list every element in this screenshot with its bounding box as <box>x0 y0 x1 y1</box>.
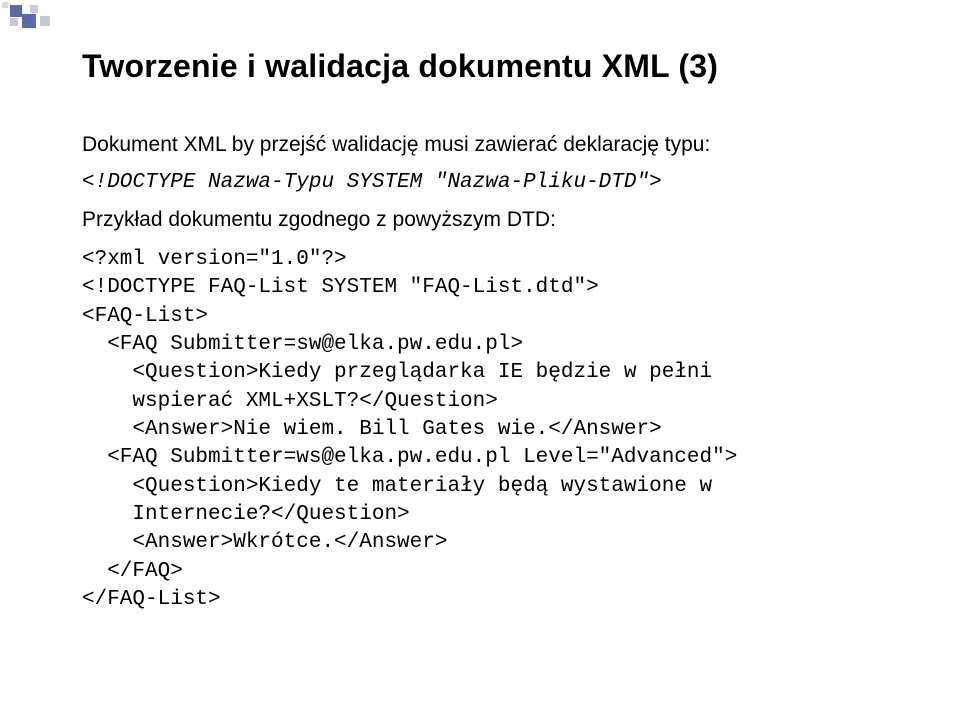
xml-code-block: <?xml version="1.0"?> <!DOCTYPE FAQ-List… <box>82 246 890 614</box>
intro-text: Dokument XML by przejść walidację musi z… <box>82 133 890 157</box>
example-label: Przykład dokumentu zgodnego z powyższym … <box>82 208 890 232</box>
slide-content: Tworzenie i walidacja dokumentu XML (3) … <box>0 0 960 654</box>
slide-title: Tworzenie i walidacja dokumentu XML (3) <box>82 48 890 85</box>
doctype-syntax-line: <!DOCTYPE Nazwa-Typu SYSTEM "Nazwa-Pliku… <box>82 171 890 194</box>
slide-decor <box>0 0 60 30</box>
